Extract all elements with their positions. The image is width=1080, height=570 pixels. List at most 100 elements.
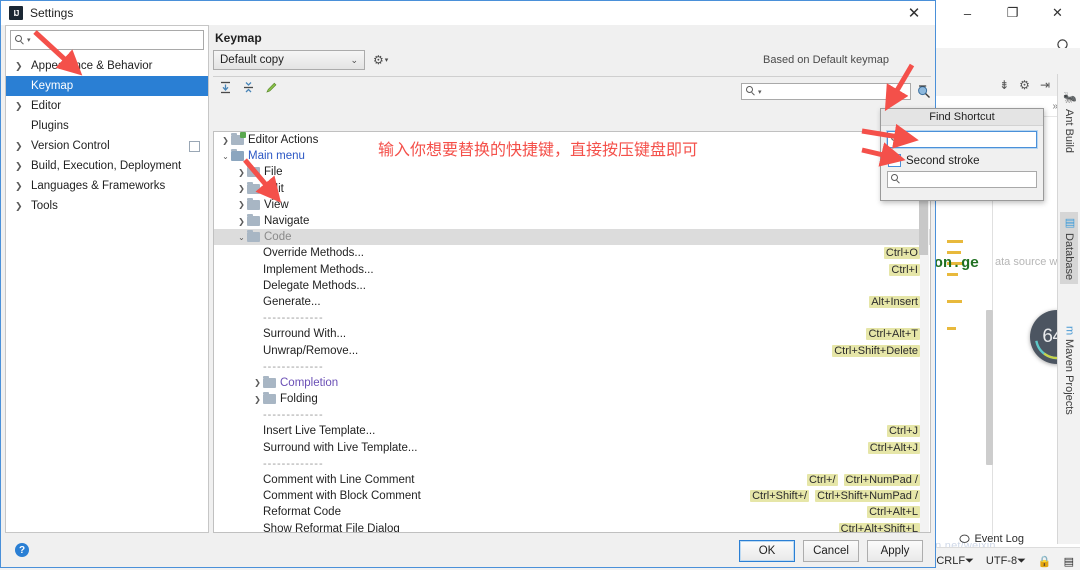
help-icon[interactable]: ? [15,543,29,557]
tree-row[interactable]: ------------- [214,359,930,375]
collapse-all-icon[interactable] [242,81,255,97]
chevron-right-icon[interactable]: ❯ [252,378,263,387]
settings-dialog: IJ Settings ✕ ▾ ❯ Appearance & Behavior … [0,0,936,568]
shortcut-badge: Ctrl+Alt+J [868,442,920,454]
tree-row[interactable]: Surround with Live Template...Ctrl+Alt+J [214,440,930,456]
tree-row[interactable]: ❯File [214,164,930,180]
tool-tab-ant-build[interactable]: 🐜 Ant Build [1060,88,1078,157]
chevron-right-icon[interactable]: ❯ [236,200,247,209]
minimize-icon[interactable]: – [945,0,990,26]
keymap-search-box[interactable]: ▾ [741,83,911,100]
chevron-right-icon: ❯ [12,61,29,72]
edit-pencil-icon[interactable] [265,81,278,97]
keymap-search-input[interactable] [762,85,906,99]
event-log-label: Event Log [974,533,1024,545]
shortcut-badges: Ctrl+Alt+T [866,328,920,340]
chevron-right-icon[interactable]: ❯ [220,136,231,145]
spacer-icon [252,476,263,485]
tree-row[interactable]: ❯Navigate [214,213,930,229]
tool-tab-maven-projects[interactable]: m Maven Projects [1060,322,1078,419]
tree-row[interactable]: ------------- [214,310,930,326]
first-stroke-field[interactable] [887,131,1037,148]
close-icon[interactable]: ✕ [1035,0,1080,26]
gear-icon[interactable]: ⚙ [1019,78,1030,92]
ok-button[interactable]: OK [739,540,795,562]
tree-row[interactable]: ❯View [214,197,930,213]
apply-button[interactable]: Apply [867,540,923,562]
sidebar-item-build-execution-deployment[interactable]: ❯ Build, Execution, Deployment [6,156,208,176]
spacer-icon [252,281,263,290]
tree-row[interactable]: Delegate Methods... [214,278,930,294]
spacer-icon [252,459,263,468]
tree-row[interactable]: Show Reformat File DialogCtrl+Alt+Shift+… [214,521,930,534]
find-shortcut-icon[interactable] [917,85,931,99]
second-stroke-input[interactable] [902,173,1033,187]
chevron-right-icon[interactable]: ❯ [236,217,247,226]
first-stroke-input[interactable] [902,133,1033,147]
tree-row[interactable]: Comment with Line CommentCtrl+/Ctrl+NumP… [214,472,930,488]
folder-icon [231,135,244,145]
tree-row[interactable]: Insert Live Template...Ctrl+J [214,423,930,439]
checkbox-checked-icon[interactable] [888,154,901,167]
sidebar-item-label: Version Control [29,140,110,152]
keymap-tree[interactable]: ❯Editor Actions⌄Main menu❯File❯Edit❯View… [213,131,931,533]
sidebar-item-label: Tools [29,200,58,212]
keymap-select[interactable]: Default copy ⌄ [213,50,365,70]
keymap-gear-button[interactable]: ⚙▾ [373,53,388,67]
lock-icon[interactable]: 🔒 [1038,555,1052,568]
tree-row[interactable]: Generate...Alt+Insert [214,294,930,310]
second-stroke-checkbox-row[interactable]: Second stroke [888,154,1043,167]
sidebar-item-keymap[interactable]: Keymap [6,76,208,96]
second-stroke-field[interactable] [887,171,1037,188]
tree-row-label: Comment with Block Comment [263,490,421,502]
dialog-close-button[interactable]: ✕ [897,2,931,24]
tree-row[interactable]: ------------- [214,456,930,472]
folder-icon [263,394,276,404]
chevron-right-icon[interactable]: ❯ [236,184,247,193]
sidebar-item-appearance-behavior[interactable]: ❯ Appearance & Behavior [6,56,208,76]
sidebar-item-editor[interactable]: ❯ Editor [6,96,208,116]
tree-row[interactable]: Comment with Block CommentCtrl+Shift+/Ct… [214,488,930,504]
editor-scrollbar-thumb[interactable] [986,310,993,465]
search-input[interactable] [31,33,199,47]
shortcut-badge: Ctrl+Shift+Delete [832,345,920,357]
shortcut-badges: Ctrl+J [887,425,920,437]
tree-row[interactable]: Override Methods...Ctrl+O [214,245,930,261]
chevron-down-icon[interactable]: ⌄ [220,152,231,161]
search-icon [891,134,902,145]
shortcut-badge: Alt+Insert [869,296,920,308]
tree-row-label: Code [264,231,292,243]
sidebar-item-languages-frameworks[interactable]: ❯ Languages & Frameworks [6,176,208,196]
chevron-right-icon[interactable]: ❯ [252,395,263,404]
cancel-button[interactable]: Cancel [803,540,859,562]
settings-sidebar: ▾ ❯ Appearance & Behavior Keymap ❯ Edito… [5,25,209,533]
maximize-icon[interactable]: ❐ [990,0,1035,26]
tree-row[interactable]: Unwrap/Remove...Ctrl+Shift+Delete [214,342,930,358]
tree-row-label: Completion [280,377,338,389]
chevron-down-icon[interactable]: ⌄ [236,233,247,242]
status-line-ending[interactable]: CRLF⏷ [936,555,974,568]
shortcut-badges: Ctrl+Alt+Shift+L [839,523,920,533]
hide-icon[interactable]: ⇥ [1040,78,1050,92]
search-icon [746,86,757,97]
split-icon[interactable]: ⇟ [999,78,1009,92]
status-encoding[interactable]: UTF-8⏷ [986,555,1026,568]
sidebar-search[interactable]: ▾ [10,30,204,50]
event-log-button[interactable]: Event Log [959,530,1024,548]
tree-row[interactable]: ❯Folding [214,391,930,407]
sidebar-item-tools[interactable]: ❯ Tools [6,196,208,216]
tree-row[interactable]: ❯ Completion [214,375,930,391]
tree-row[interactable]: ❯Edit [214,181,930,197]
tool-tab-database[interactable]: ▤ Database [1060,212,1078,284]
tree-row[interactable]: Implement Methods...Ctrl+I [214,262,930,278]
sidebar-item-version-control[interactable]: ❯ Version Control [6,136,208,156]
tree-row[interactable]: Reformat CodeCtrl+Alt+L [214,504,930,520]
based-on-label: Based on Default keymap [763,54,931,66]
expand-all-icon[interactable] [219,81,232,97]
inspections-icon[interactable]: ▤ [1064,555,1074,568]
sidebar-item-plugins[interactable]: Plugins [6,116,208,136]
tree-row[interactable]: ⌄ Code [214,229,930,245]
tree-row[interactable]: Surround With...Ctrl+Alt+T [214,326,930,342]
tree-row[interactable]: ------------- [214,407,930,423]
chevron-right-icon[interactable]: ❯ [236,168,247,177]
